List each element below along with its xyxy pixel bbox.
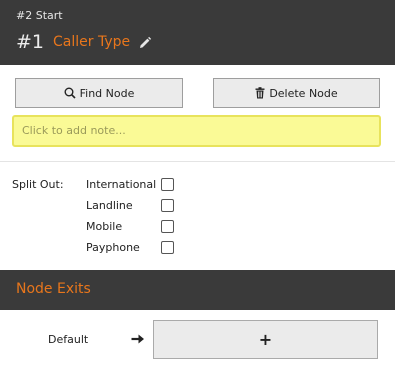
split-option-label: Mobile <box>86 219 123 233</box>
add-exit-target-button[interactable]: + <box>153 320 378 359</box>
node-header: #2 Start #1 Caller Type <box>0 0 395 65</box>
split-out-label: Split Out: <box>12 178 64 191</box>
node-exits-title: Node Exits <box>16 281 91 297</box>
split-option-checkbox[interactable] <box>161 198 174 212</box>
trash-icon <box>255 87 265 99</box>
split-option-label: International <box>86 177 157 191</box>
delete-node-button[interactable]: Delete Node <box>213 78 380 108</box>
pencil-icon[interactable] <box>138 35 152 49</box>
node-name[interactable]: Caller Type <box>53 34 130 50</box>
split-option-label: Payphone <box>86 240 140 254</box>
split-option-label: Landline <box>86 198 133 212</box>
split-option-payphone: Payphone <box>86 239 174 255</box>
split-option-landline: Landline <box>86 197 174 213</box>
delete-node-label: Delete Node <box>269 86 338 100</box>
section-divider <box>0 161 395 162</box>
node-title-row: #1 Caller Type <box>16 30 152 54</box>
split-option-checkbox[interactable] <box>161 177 174 191</box>
note-placeholder: Click to add note... <box>22 124 126 137</box>
find-node-label: Find Node <box>79 86 135 100</box>
breadcrumb[interactable]: #2 Start <box>16 9 63 22</box>
note-field[interactable]: Click to add note... <box>12 115 381 147</box>
node-exits-header: Node Exits <box>0 270 395 310</box>
search-icon <box>64 87 76 99</box>
split-option-mobile: Mobile <box>86 218 174 234</box>
find-node-button[interactable]: Find Node <box>15 78 183 108</box>
split-option-checkbox[interactable] <box>161 240 174 254</box>
split-option-international: International <box>86 176 174 192</box>
plus-icon: + <box>258 330 273 349</box>
node-number: #1 <box>16 31 45 53</box>
arrow-right-icon <box>131 334 144 344</box>
split-option-checkbox[interactable] <box>161 219 174 233</box>
exit-label-default: Default <box>48 333 89 346</box>
